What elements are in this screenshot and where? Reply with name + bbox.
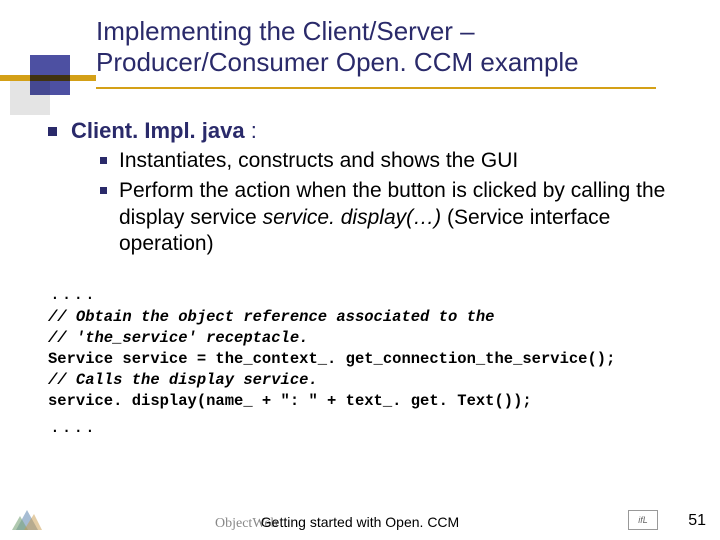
bullet-level1-label: Client. Impl. java (71, 118, 245, 143)
bullet-level2-b: Perform the action when the button is cl… (100, 178, 688, 257)
square-bullet-icon (100, 187, 107, 194)
square-bullet-icon (100, 157, 107, 164)
corner-decoration (0, 0, 96, 115)
ellipsis-bottom: . . . . (52, 414, 688, 438)
slide: Implementing the Client/Server – Produce… (0, 0, 720, 540)
slide-body: Client. Impl. java : Instantiates, const… (48, 118, 688, 438)
code-block: // Obtain the object reference associate… (48, 307, 688, 412)
page-number: 51 (688, 512, 706, 530)
footer: ObjectWeb Getting started with Open. CCM… (0, 506, 720, 534)
code-line-1: // Obtain the object reference associate… (48, 308, 494, 326)
title-underline (96, 87, 656, 89)
lvl2b-italic: service. display(…) (263, 206, 447, 229)
bullet-level2-a-text: Instantiates, constructs and shows the G… (119, 148, 518, 174)
deco-gold-bar (0, 75, 96, 81)
right-logo-icon: ifL (628, 510, 658, 530)
title-line-2: Producer/Consumer Open. CCM example (96, 47, 579, 77)
bullet-level1-suffix: : (245, 118, 257, 143)
slide-title: Implementing the Client/Server – Produce… (96, 16, 696, 78)
bullet-level2-b-text: Perform the action when the button is cl… (119, 178, 688, 257)
deco-grey-square (10, 75, 50, 115)
title-line-1: Implementing the Client/Server – (96, 16, 475, 46)
bullet-level2-a: Instantiates, constructs and shows the G… (100, 148, 688, 174)
right-logo-text: ifL (638, 515, 648, 525)
left-logo-icon (10, 506, 44, 532)
square-bullet-icon (48, 127, 57, 136)
code-line-4: // Calls the display service. (48, 371, 318, 389)
deco-navy-square (30, 55, 70, 95)
footer-center-text: Getting started with Open. CCM (261, 514, 459, 530)
bullet-level1: Client. Impl. java : (48, 118, 688, 144)
ellipsis-top: . . . . (52, 281, 688, 305)
code-line-5: service. display(name_ + ": " + text_. g… (48, 392, 532, 410)
code-line-3: Service service = the_context_. get_conn… (48, 350, 615, 368)
code-line-2: // 'the_service' receptacle. (48, 329, 308, 347)
